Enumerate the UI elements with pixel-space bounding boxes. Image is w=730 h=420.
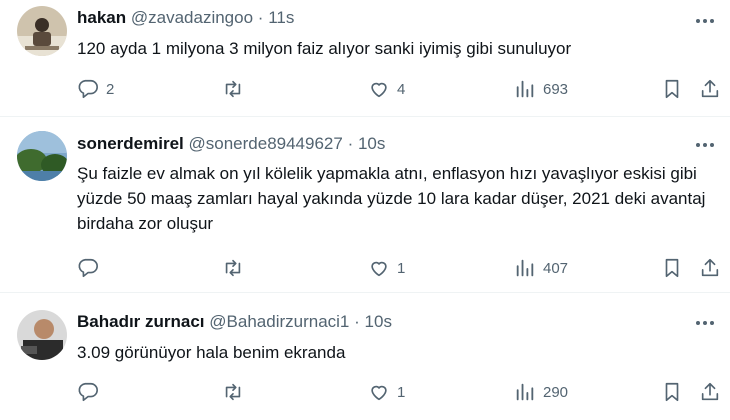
reply-button[interactable]: [77, 377, 106, 407]
views-button[interactable]: 407: [514, 253, 568, 283]
more-icon[interactable]: [694, 134, 716, 156]
avatar[interactable]: [17, 131, 67, 181]
like-count: 1: [397, 259, 406, 277]
tweet[interactable]: hakan @zavadazingoo · 11s 120 ayda 1 mil…: [0, 0, 730, 117]
like-count: 4: [397, 80, 406, 98]
display-name[interactable]: hakan: [77, 8, 126, 27]
bookmark-icon: [665, 382, 679, 402]
retweet-button[interactable]: [222, 74, 251, 104]
share-icon: [701, 79, 719, 98]
separator-dot: ·: [354, 312, 360, 331]
heart-icon: [371, 261, 387, 277]
tweet-header: sonerdemirel @sonerde89449627 · 10s: [77, 133, 385, 155]
tweet-text: Şu faizle ev almak on yıl kölelik yapmak…: [77, 164, 706, 233]
heart-icon: [371, 82, 387, 98]
tweet[interactable]: sonerdemirel @sonerde89449627 · 10s Şu f…: [0, 117, 730, 293]
share-button[interactable]: [699, 377, 721, 407]
like-count: 1: [397, 383, 406, 401]
tweet-text: 120 ayda 1 milyona 3 milyon faiz alıyor …: [77, 39, 572, 58]
separator-dot: ·: [257, 8, 264, 27]
like-button[interactable]: 1: [368, 253, 405, 283]
views-button[interactable]: 290: [514, 377, 568, 407]
user-handle[interactable]: @zavadazingoo: [131, 8, 253, 27]
views-icon: [516, 383, 534, 401]
views-count: 290: [543, 383, 569, 401]
more-icon[interactable]: [694, 312, 716, 334]
tweet[interactable]: Bahadır zurnacı @Bahadirzurnaci1 · 10s 3…: [0, 293, 730, 420]
reply-count: 2: [106, 80, 115, 98]
retweet-icon: [225, 80, 241, 98]
display-name[interactable]: sonerdemirel: [77, 134, 184, 153]
timestamp[interactable]: 11s: [268, 8, 294, 27]
reply-icon: [78, 258, 98, 278]
bookmark-button[interactable]: [661, 253, 683, 283]
tweet-header: Bahadır zurnacı @Bahadirzurnaci1 · 10s: [77, 311, 392, 333]
avatar[interactable]: [17, 310, 67, 360]
reply-button[interactable]: 2: [77, 74, 114, 104]
avatar[interactable]: [17, 6, 67, 56]
more-icon[interactable]: [694, 10, 716, 32]
bookmark-icon: [665, 258, 679, 278]
user-handle[interactable]: @Bahadirzurnaci1: [209, 312, 349, 331]
bookmark-button[interactable]: [661, 377, 683, 407]
timestamp[interactable]: 10s: [365, 312, 392, 331]
bookmark-button[interactable]: [661, 74, 683, 104]
separator-dot: ·: [347, 134, 354, 153]
retweet-icon: [225, 383, 241, 401]
user-handle[interactable]: @sonerde89449627: [189, 134, 343, 153]
views-icon: [516, 259, 534, 277]
action-bar: 1 290: [0, 377, 730, 407]
tweet-text: 3.09 görünüyor hala benim ekranda: [77, 343, 346, 362]
retweet-icon: [225, 259, 241, 277]
like-button[interactable]: 4: [368, 74, 405, 104]
share-icon: [701, 382, 719, 401]
views-count: 693: [543, 80, 569, 98]
share-icon: [701, 258, 719, 277]
retweet-button[interactable]: [222, 253, 251, 283]
display-name[interactable]: Bahadır zurnacı: [77, 312, 205, 331]
share-button[interactable]: [699, 253, 721, 283]
retweet-button[interactable]: [222, 377, 251, 407]
tweet-header: hakan @zavadazingoo · 11s: [77, 7, 294, 29]
reply-button[interactable]: [77, 253, 106, 283]
reply-icon: [78, 382, 98, 402]
like-button[interactable]: 1: [368, 377, 405, 407]
views-count: 407: [543, 259, 569, 277]
timestamp[interactable]: 10s: [358, 134, 385, 153]
action-bar: 1 407: [0, 253, 730, 283]
action-bar: 2 4 693: [0, 74, 730, 104]
bookmark-icon: [665, 79, 679, 99]
views-button[interactable]: 693: [514, 74, 568, 104]
share-button[interactable]: [699, 74, 721, 104]
timeline: hakan @zavadazingoo · 11s 120 ayda 1 mil…: [0, 0, 730, 420]
reply-icon: [78, 79, 98, 99]
views-icon: [516, 80, 534, 98]
heart-icon: [371, 385, 387, 401]
